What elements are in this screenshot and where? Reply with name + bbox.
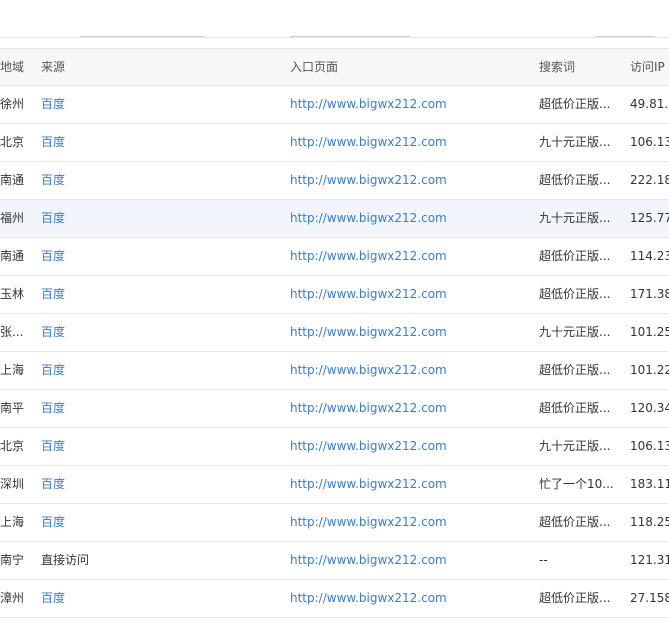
table-row[interactable]: 张... 百度 http://www.bigwx212.com 九十元正版... 101… [0, 314, 669, 352]
keyword-cell: 九十元正版... [539, 439, 611, 453]
table-row[interactable]: 北京 百度 http://www.bigwx212.com 九十元正版... 106.1… [0, 428, 669, 466]
ip-cell: 222.18 [630, 173, 669, 187]
keyword-cell: 九十元正版... [539, 325, 611, 339]
source-link[interactable]: 百度 [41, 428, 281, 465]
region-cell: 玉林 [0, 287, 25, 301]
top-toolbar [0, 0, 669, 38]
toolbar-control-edge [290, 36, 410, 37]
entry-page-link[interactable]: http://www.bigwx212.com [290, 580, 530, 617]
source-link[interactable]: 百度 [41, 314, 281, 351]
region-cell: 南平 [0, 401, 25, 415]
source-link[interactable]: 百度 [41, 352, 281, 389]
keyword-cell: 超低价正版... [539, 591, 611, 605]
column-header-ip[interactable]: 访问IP [630, 49, 669, 85]
keyword-cell: 超低价正版... [539, 173, 611, 187]
column-header-source[interactable]: 来源 [41, 49, 281, 85]
keyword-cell: 超低价正版... [539, 249, 611, 263]
entry-page-link[interactable]: http://www.bigwx212.com [290, 542, 530, 579]
toolbar-control-edge [595, 36, 655, 37]
entry-page-link[interactable]: http://www.bigwx212.com [290, 162, 530, 199]
table-row[interactable]: 上海 百度 http://www.bigwx212.com 超低价正版... 101.2… [0, 352, 669, 390]
keyword-cell: 超低价正版... [539, 287, 611, 301]
visitor-table: 地域 来源 入口页面 搜索词 访问IP 徐州 百度 http://www.bigwx… [0, 48, 669, 618]
entry-page-link[interactable]: http://www.bigwx212.com [290, 428, 530, 465]
ip-cell: 106.13 [630, 135, 669, 149]
region-cell: 上海 [0, 363, 25, 377]
entry-page-link[interactable]: http://www.bigwx212.com [290, 124, 530, 161]
keyword-cell: 超低价正版... [539, 401, 611, 415]
keyword-cell: -- [539, 553, 548, 567]
source-link[interactable]: 百度 [41, 466, 281, 503]
entry-page-link[interactable]: http://www.bigwx212.com [290, 504, 530, 541]
ip-cell: 125.77 [630, 211, 669, 225]
table-row[interactable]: 深圳 百度 http://www.bigwx212.com 忙了一个10... 183.… [0, 466, 669, 504]
region-cell: 漳州 [0, 591, 25, 605]
region-cell: 南宁 [0, 553, 25, 567]
ip-cell: 106.13 [630, 439, 669, 453]
entry-page-link[interactable]: http://www.bigwx212.com [290, 200, 530, 237]
ip-cell: 101.25 [630, 325, 669, 339]
table-row[interactable]: 南通 百度 http://www.bigwx212.com 超低价正版... 222.1… [0, 162, 669, 200]
table-row[interactable]: 南通 百度 http://www.bigwx212.com 超低价正版... 114.2… [0, 238, 669, 276]
entry-page-link[interactable]: http://www.bigwx212.com [290, 276, 530, 313]
ip-cell: 120.34 [630, 401, 669, 415]
keyword-cell: 九十元正版... [539, 211, 611, 225]
source-link[interactable]: 百度 [41, 580, 281, 617]
ip-cell: 114.23 [630, 249, 669, 263]
ip-cell: 171.38 [630, 287, 669, 301]
entry-page-link[interactable]: http://www.bigwx212.com [290, 390, 530, 427]
table-row[interactable]: 上海 百度 http://www.bigwx212.com 超低价正版... 118.2… [0, 504, 669, 542]
source-link[interactable]: 百度 [41, 200, 281, 237]
table-row[interactable]: 福州 百度 http://www.bigwx212.com 九十元正版... 125.7… [0, 200, 669, 238]
keyword-cell: 忙了一个10... [539, 477, 614, 491]
region-cell: 北京 [0, 439, 25, 453]
source-link[interactable]: 百度 [41, 86, 281, 123]
ip-cell: 183.11. [630, 477, 669, 491]
table-row[interactable]: 漳州 百度 http://www.bigwx212.com 超低价正版... 27.15… [0, 580, 669, 618]
column-header-region[interactable]: 地域 [0, 49, 28, 85]
ip-cell: 101.22 [630, 363, 669, 377]
keyword-cell: 超低价正版... [539, 97, 611, 111]
table-row[interactable]: 玉林 百度 http://www.bigwx212.com 超低价正版... 171.3… [0, 276, 669, 314]
table-row[interactable]: 徐州 百度 http://www.bigwx212.com 超低价正版... 49.81… [0, 86, 669, 124]
toolbar-control-edge [80, 36, 205, 37]
ip-cell: 118.25. [630, 515, 669, 529]
source-link[interactable]: 百度 [41, 504, 281, 541]
keyword-cell: 九十元正版... [539, 135, 611, 149]
ip-cell: 121.31 [630, 553, 669, 567]
ip-cell: 27.158 [630, 591, 669, 605]
region-cell: 张... [0, 325, 24, 339]
ip-cell: 49.81.2 [630, 97, 669, 111]
keyword-cell: 超低价正版... [539, 363, 611, 377]
region-cell: 南通 [0, 173, 25, 187]
source-link[interactable]: 百度 [41, 238, 281, 275]
column-header-entry-page[interactable]: 入口页面 [290, 49, 530, 85]
source-link[interactable]: 百度 [41, 390, 281, 427]
table-body: 徐州 百度 http://www.bigwx212.com 超低价正版... 49.81… [0, 86, 669, 618]
table-row[interactable]: 南宁 直接访问 http://www.bigwx212.com -- 121.31 [0, 542, 669, 580]
region-cell: 徐州 [0, 97, 25, 111]
table-row[interactable]: 南平 百度 http://www.bigwx212.com 超低价正版... 120.3… [0, 390, 669, 428]
entry-page-link[interactable]: http://www.bigwx212.com [290, 314, 530, 351]
table-row[interactable]: 北京 百度 http://www.bigwx212.com 九十元正版... 106.1… [0, 124, 669, 162]
entry-page-link[interactable]: http://www.bigwx212.com [290, 466, 530, 503]
spacer [0, 38, 669, 48]
source-link[interactable]: 百度 [41, 276, 281, 313]
entry-page-link[interactable]: http://www.bigwx212.com [290, 86, 530, 123]
region-cell: 深圳 [0, 477, 25, 491]
source-link[interactable]: 百度 [41, 162, 281, 199]
region-cell: 上海 [0, 515, 25, 529]
column-header-keyword[interactable]: 搜索词 [539, 49, 614, 85]
table-header: 地域 来源 入口页面 搜索词 访问IP [0, 49, 669, 86]
entry-page-link[interactable]: http://www.bigwx212.com [290, 238, 530, 275]
keyword-cell: 超低价正版... [539, 515, 611, 529]
source-cell: 直接访问 [41, 553, 90, 567]
region-cell: 北京 [0, 135, 25, 149]
entry-page-link[interactable]: http://www.bigwx212.com [290, 352, 530, 389]
source-link[interactable]: 百度 [41, 124, 281, 161]
region-cell: 南通 [0, 249, 25, 263]
region-cell: 福州 [0, 211, 25, 225]
